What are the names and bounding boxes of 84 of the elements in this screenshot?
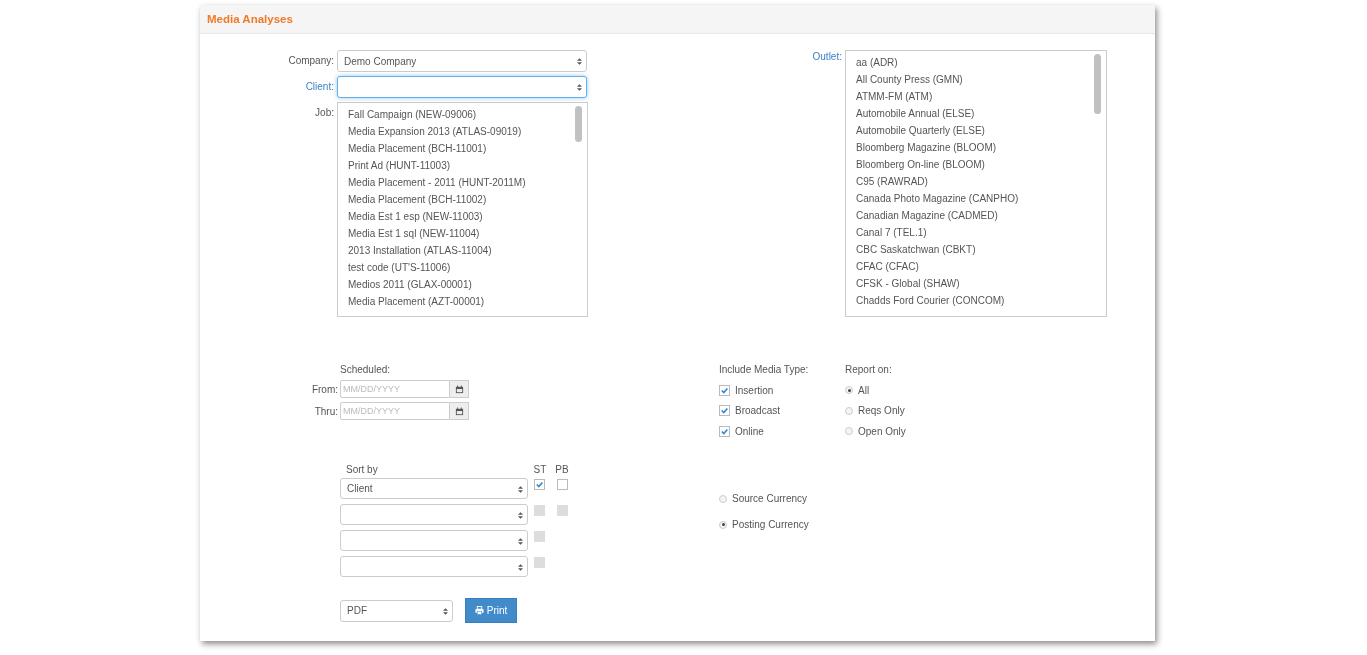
radio-button[interactable] (719, 494, 727, 503)
radio-button[interactable] (845, 427, 853, 436)
scrollbar-thumb[interactable] (575, 106, 582, 142)
scrollbar-thumb[interactable] (1094, 54, 1101, 114)
list-item[interactable]: Canada Photo Magazine (CANPHO) (856, 190, 1094, 207)
outlet-listbox[interactable] (845, 50, 1107, 317)
option-label: Online (735, 425, 764, 437)
option-label: Source Currency (732, 493, 808, 504)
company-select[interactable]: Demo Company (337, 50, 587, 72)
sort-select[interactable] (340, 530, 528, 551)
radio-button[interactable] (719, 520, 727, 529)
calendar-button[interactable] (450, 380, 469, 398)
radio-button[interactable] (845, 406, 853, 415)
list-item[interactable]: C95 (RAWRAD) (856, 173, 1094, 190)
list-item[interactable]: Fall Campaign (NEW-09006) (348, 106, 575, 123)
list-item[interactable]: Print Ad (HUNT-11003) (348, 157, 575, 174)
list-item[interactable]: Media Est 1 esp (NEW-11003) (348, 208, 575, 225)
list-item[interactable]: Automobile Quarterly (ELSE) (856, 122, 1094, 139)
list-item[interactable]: Media Placement (BCH-11001) (348, 140, 575, 157)
sort-by-label: Sort by (345, 463, 379, 475)
page-title: Media Analyses (207, 13, 293, 25)
field-label: Job: (314, 106, 335, 120)
option-label: Broadcast (735, 405, 781, 417)
field-label: Outlet: (811, 50, 843, 64)
job-listbox[interactable] (337, 102, 588, 317)
list-item[interactable]: test code (UT'S-11006) (348, 259, 575, 276)
option-label: Insertion (735, 384, 774, 396)
list-item[interactable]: aa (ADR) (856, 54, 1094, 71)
print-button[interactable]: Print (465, 598, 517, 623)
printer-icon (474, 606, 484, 615)
checkbox[interactable] (719, 425, 730, 437)
list-item[interactable]: Chadds Ford Courier (CONCOM) (856, 292, 1094, 309)
sort-select[interactable] (340, 556, 528, 577)
date-field[interactable]: MM/DD/YYYY (340, 402, 450, 420)
checkbox[interactable] (534, 479, 545, 490)
list-item[interactable]: 2013 Installation (ATLAS-11004) (348, 242, 575, 259)
spinner-arrows-icon (518, 511, 523, 520)
list-item[interactable]: Canadian Magazine (CADMED) (856, 207, 1094, 224)
column-label: ST (532, 463, 548, 475)
spinner-arrows-icon (518, 485, 523, 494)
spinner-arrows-icon (443, 606, 448, 616)
sort-select[interactable] (340, 504, 528, 525)
list-item[interactable]: ATMM-FM (ATM) (856, 88, 1094, 105)
list-item[interactable]: Media Placement (AZT-00001) (348, 293, 575, 310)
list-item[interactable]: Bloomberg Magazine (BLOOM) (856, 139, 1094, 156)
list-item[interactable]: All County Press (GMN) (856, 71, 1094, 88)
spinner-arrows-icon (518, 563, 523, 572)
list-item[interactable]: Automobile Annual (ELSE) (856, 105, 1094, 122)
sort-select[interactable]: Client (340, 478, 528, 499)
field-label: Thru: (313, 405, 339, 417)
list-item[interactable]: Media Expansion 2013 (ATLAS-09019) (348, 123, 575, 140)
list-item[interactable]: Media Placement (BCH-11002) (348, 191, 575, 208)
report-on-label: Report on: (845, 363, 893, 377)
checkbox[interactable] (557, 479, 568, 490)
list-item[interactable]: Medios 2011 (GLAX-00001) (348, 276, 575, 293)
client-select[interactable] (337, 76, 587, 98)
spinner-arrows-icon (518, 537, 523, 546)
radio-button[interactable] (845, 386, 853, 395)
list-item[interactable]: CFSK - Global (SHAW) (856, 275, 1094, 292)
list-item[interactable]: Canal 7 (TEL.1) (856, 224, 1094, 241)
option-label: All (858, 384, 870, 396)
calendar-icon (454, 406, 464, 416)
checkbox[interactable] (719, 405, 730, 417)
calendar-icon (454, 384, 464, 394)
option-label: Posting Currency (732, 519, 809, 530)
date-field[interactable]: MM/DD/YYYY (340, 380, 450, 398)
checkbox[interactable] (719, 384, 730, 396)
field-label: Company: (287, 54, 335, 68)
list-item[interactable]: Media Placement - 2011 (HUNT-2011M) (348, 174, 575, 191)
list-item[interactable]: CFAC (CFAC) (856, 258, 1094, 275)
option-label: Reqs Only (858, 405, 905, 417)
option-label: Open Only (858, 425, 906, 437)
spinner-arrows-icon (577, 83, 582, 92)
list-item[interactable]: Bloomberg On-line (BLOOM) (856, 156, 1094, 173)
spinner-arrows-icon (577, 57, 582, 66)
list-item[interactable]: Media Est 1 sql (NEW-11004) (348, 225, 575, 242)
format-select[interactable]: PDF (340, 599, 453, 622)
column-label: PB (554, 463, 570, 475)
field-label: From: (310, 383, 339, 395)
calendar-button[interactable] (450, 402, 469, 420)
scheduled-label: Scheduled: (340, 363, 392, 377)
media-type-label: Include Media Type: (719, 363, 810, 377)
field-label: Client: (304, 80, 335, 94)
list-item[interactable]: CBC Saskatchwan (CBKT) (856, 241, 1094, 258)
